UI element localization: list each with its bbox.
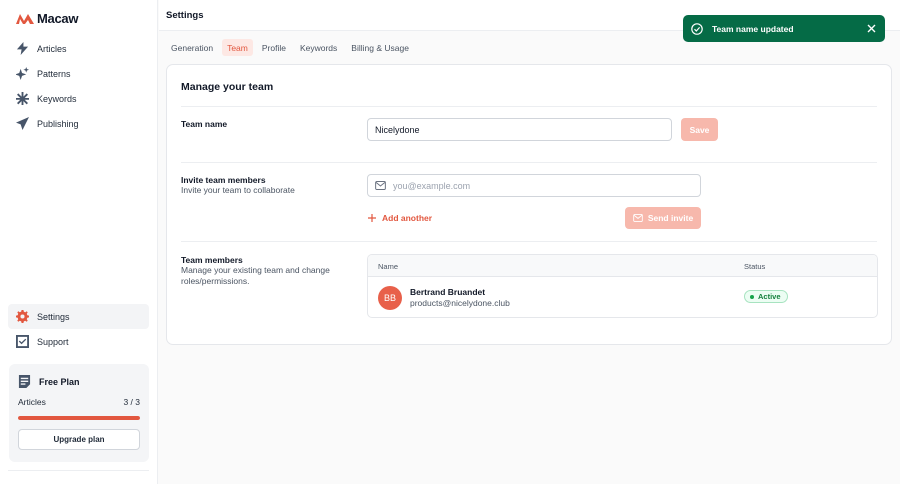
team-members-label: Team members [181,255,243,265]
sidebar-nav: Articles Patterns Keywords Publishing [8,36,149,136]
add-another-label: Add another [382,213,433,223]
sidebar: Macaw Articles Patterns Keywords Publish… [0,0,158,484]
support-icon [16,335,29,348]
invite-email-field[interactable]: you@example.com [367,174,701,197]
avatar: BB [378,286,402,310]
status-dot-icon [750,294,754,299]
toast-notification: Team name updated [683,15,885,42]
add-another-link[interactable]: Add another [368,213,432,223]
table-header: Name Status [368,255,877,277]
sidebar-item-label: Settings [37,311,70,322]
sidebar-item-articles[interactable]: Articles [8,36,149,61]
table-row[interactable]: BB Bertrand Bruandet products@nicelydone… [368,277,877,317]
team-settings-card: Manage your team Team name Nicelydone Sa… [166,64,892,345]
tab-keywords[interactable]: Keywords [295,39,342,56]
sidebar-item-label: Support [37,336,69,347]
status-badge: Active [744,290,788,303]
column-header-name: Name [378,262,399,271]
save-button[interactable]: Save [681,118,718,141]
card-title: Manage your team [181,81,274,93]
sidebar-item-settings[interactable]: Settings [8,304,149,329]
sidebar-item-label: Publishing [37,118,79,129]
plan-header: Free Plan [18,375,80,388]
paper-plane-icon [16,117,29,130]
divider [181,162,877,163]
brand-logo[interactable]: Macaw [16,11,78,26]
mail-icon [633,214,643,222]
plan-usage: Articles 3 / 3 [18,397,140,407]
invite-description: Invite your team to collaborate [181,185,295,195]
settings-tabs: Generation Team Profile Keywords Billing… [166,39,414,56]
invite-email-placeholder: you@example.com [393,180,471,191]
sparkles-icon [16,67,29,80]
brand-name: Macaw [37,11,79,26]
bolt-icon [16,42,29,55]
tab-generation[interactable]: Generation [166,39,218,56]
plan-card: Free Plan Articles 3 / 3 Upgrade plan [9,364,149,462]
sidebar-item-support[interactable]: Support [8,329,149,354]
upgrade-plan-button[interactable]: Upgrade plan [18,429,140,450]
sidebar-item-publishing[interactable]: Publishing [8,111,149,136]
plus-icon [368,214,376,222]
team-members-description: Manage your existing team and change rol… [181,265,330,286]
plan-progress-bar [18,416,140,420]
plan-name: Free Plan [39,376,80,387]
member-name: Bertrand Bruandet [410,287,486,297]
check-circle-icon [691,22,703,35]
tab-billing-usage[interactable]: Billing & Usage [346,39,414,56]
team-name-label: Team name [181,119,228,129]
macaw-logo-icon [16,13,34,24]
tab-team[interactable]: Team [222,39,253,56]
tab-profile[interactable]: Profile [257,39,291,56]
divider [181,241,877,242]
invite-label: Invite team members [181,175,266,185]
status-label: Active [758,292,781,301]
send-invite-label: Send invite [647,213,694,223]
sidebar-divider [8,470,149,471]
asterisk-icon [16,92,29,105]
send-invite-button[interactable]: Send invite [625,207,701,229]
divider [181,106,877,107]
sidebar-bottom-nav: Settings Support [8,304,149,354]
plan-usage-label: Articles [18,397,46,407]
sidebar-item-label: Keywords [37,93,77,104]
sidebar-item-label: Patterns [37,68,71,79]
toast-message: Team name updated [712,23,794,34]
close-icon[interactable] [865,23,877,35]
member-email: products@nicelydone.club [410,298,510,308]
sidebar-item-label: Articles [37,43,67,54]
plan-usage-value: 3 / 3 [123,397,140,407]
plan-progress-fill [18,416,140,420]
column-header-status: Status [744,262,766,271]
mail-icon [375,181,386,190]
gear-icon [16,310,29,323]
members-table: Name Status BB Bertrand Bruandet product… [367,254,878,318]
team-name-input[interactable]: Nicelydone [367,118,672,141]
page-title: Settings [166,10,204,21]
sidebar-item-keywords[interactable]: Keywords [8,86,149,111]
document-icon [18,375,31,388]
sidebar-item-patterns[interactable]: Patterns [8,61,149,86]
